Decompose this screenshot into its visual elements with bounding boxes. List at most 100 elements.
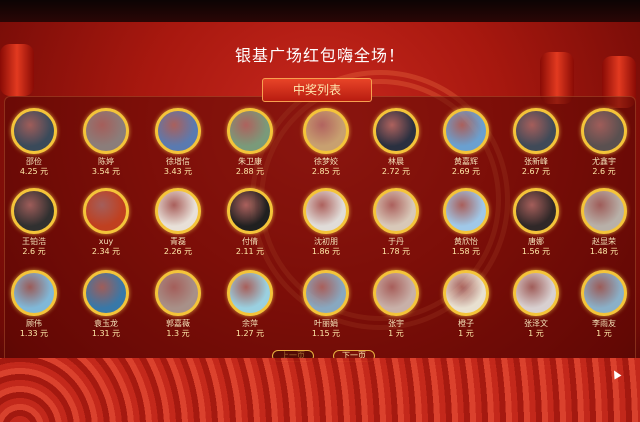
winner-amount: 2.85 元 bbox=[311, 167, 341, 176]
winner-amount: 2.26 元 bbox=[163, 247, 193, 256]
winner-card: 余萍 1.27 元 bbox=[220, 270, 280, 339]
winner-amount: 1.31 元 bbox=[91, 329, 121, 338]
winner-amount: 2.67 元 bbox=[521, 167, 551, 176]
winner-card: 张新峰 2.67 元 bbox=[506, 108, 566, 177]
decorative-wave-band bbox=[0, 358, 640, 422]
winner-name: 橙子 bbox=[458, 319, 474, 328]
winner-card: 张宇 1 元 bbox=[366, 270, 426, 339]
avatar bbox=[513, 108, 559, 154]
winner-card: 黄嘉辉 2.69 元 bbox=[436, 108, 496, 177]
winner-card: 沈初朋 1.86 元 bbox=[296, 188, 356, 257]
winner-name: 沈初朋 bbox=[314, 237, 338, 246]
avatar bbox=[303, 188, 349, 234]
winner-amount: 1.48 元 bbox=[589, 247, 619, 256]
winner-name: 邵俭 bbox=[26, 157, 42, 166]
avatar bbox=[155, 270, 201, 316]
lottery-screen: 银基广场红包嗨全场！ 中奖列表 邵俭 4.25 元陈婷 3.54 元徐增信 3.43 … bbox=[0, 0, 640, 422]
winner-card: 王铂浩 2.6 元 bbox=[4, 188, 64, 257]
winner-card: 尤鑫宇 2.6 元 bbox=[574, 108, 634, 177]
avatar bbox=[303, 108, 349, 154]
winner-card: 徐增信 3.43 元 bbox=[148, 108, 208, 177]
winner-name: 黄嘉辉 bbox=[454, 157, 478, 166]
winner-amount: 1.15 元 bbox=[311, 329, 341, 338]
winner-amount: 2.6 元 bbox=[22, 247, 46, 256]
avatar bbox=[443, 270, 489, 316]
winner-card: 于丹 1.78 元 bbox=[366, 188, 426, 257]
winner-amount: 1.58 元 bbox=[451, 247, 481, 256]
winner-amount: 2.69 元 bbox=[451, 167, 481, 176]
winner-card: 叶丽娟 1.15 元 bbox=[296, 270, 356, 339]
winner-card: 袁玉龙 1.31 元 bbox=[76, 270, 136, 339]
avatar bbox=[83, 188, 129, 234]
avatar bbox=[11, 270, 57, 316]
winner-card: 朱卫康 2.88 元 bbox=[220, 108, 280, 177]
winner-name: 于丹 bbox=[388, 237, 404, 246]
winner-card: 付倩 2.11 元 bbox=[220, 188, 280, 257]
winner-card: 青磊 2.26 元 bbox=[148, 188, 208, 257]
winner-amount: 2.11 元 bbox=[235, 247, 265, 256]
screen-bezel bbox=[0, 0, 640, 22]
winner-amount: 1.86 元 bbox=[311, 247, 341, 256]
avatar bbox=[227, 188, 273, 234]
winner-name: 张宇 bbox=[388, 319, 404, 328]
avatar bbox=[581, 188, 627, 234]
winner-name: 林晨 bbox=[388, 157, 404, 166]
winner-amount: 1 元 bbox=[458, 329, 474, 338]
page-title: 银基广场红包嗨全场！ bbox=[234, 46, 405, 65]
winner-card: 赵显荣 1.48 元 bbox=[574, 188, 634, 257]
winner-name: 朱卫康 bbox=[238, 157, 262, 166]
winner-name: 王铂浩 bbox=[22, 237, 46, 246]
avatar bbox=[443, 188, 489, 234]
avatar bbox=[11, 108, 57, 154]
winner-name: 付倩 bbox=[242, 237, 258, 246]
winner-amount: 1.27 元 bbox=[235, 329, 265, 338]
winner-amount: 1 元 bbox=[596, 329, 612, 338]
winner-name: 郭嘉薇 bbox=[166, 319, 190, 328]
winner-card: 唐娜 1.56 元 bbox=[506, 188, 566, 257]
avatar bbox=[83, 270, 129, 316]
winner-amount: 2.34 元 bbox=[91, 247, 121, 256]
avatar bbox=[513, 188, 559, 234]
avatar bbox=[155, 108, 201, 154]
winner-amount: 2.72 元 bbox=[381, 167, 411, 176]
winner-name: 张泽文 bbox=[524, 319, 548, 328]
winner-card: 黄欣怡 1.58 元 bbox=[436, 188, 496, 257]
winner-amount: 1 元 bbox=[388, 329, 404, 338]
winner-card: 郭嘉薇 1.3 元 bbox=[148, 270, 208, 339]
winner-amount: 2.88 元 bbox=[235, 167, 265, 176]
avatar bbox=[155, 188, 201, 234]
winner-amount: 1.78 元 bbox=[381, 247, 411, 256]
winner-card: 陈婷 3.54 元 bbox=[76, 108, 136, 177]
avatar bbox=[11, 188, 57, 234]
avatar bbox=[227, 108, 273, 154]
avatar bbox=[443, 108, 489, 154]
winner-name: 黄欣怡 bbox=[454, 237, 478, 246]
winner-card: 橙子 1 元 bbox=[436, 270, 496, 339]
winners-list-banner: 中奖列表 bbox=[262, 78, 372, 102]
avatar bbox=[581, 270, 627, 316]
avatar bbox=[83, 108, 129, 154]
winner-card: 邵俭 4.25 元 bbox=[4, 108, 64, 177]
winner-card: 李雨友 1 元 bbox=[574, 270, 634, 339]
avatar bbox=[373, 108, 419, 154]
winner-amount: 1.33 元 bbox=[19, 329, 49, 338]
winner-card: 顾伟 1.33 元 bbox=[4, 270, 64, 339]
avatar bbox=[373, 270, 419, 316]
winner-name: 徐梦姣 bbox=[314, 157, 338, 166]
winner-card: 林晨 2.72 元 bbox=[366, 108, 426, 177]
winner-name: 袁玉龙 bbox=[94, 319, 118, 328]
winner-name: 顾伟 bbox=[26, 319, 42, 328]
winner-amount: 3.54 元 bbox=[91, 167, 121, 176]
winner-amount: 1 元 bbox=[528, 329, 544, 338]
winner-amount: 1.56 元 bbox=[521, 247, 551, 256]
avatar bbox=[513, 270, 559, 316]
winner-name: 张新峰 bbox=[524, 157, 548, 166]
winner-amount: 2.6 元 bbox=[592, 167, 616, 176]
winner-card: xuy 2.34 元 bbox=[76, 188, 136, 257]
winner-name: 陈婷 bbox=[98, 157, 114, 166]
winner-name: xuy bbox=[98, 237, 114, 246]
winner-amount: 1.3 元 bbox=[166, 329, 190, 338]
winner-name: 尤鑫宇 bbox=[592, 157, 616, 166]
winner-amount: 3.43 元 bbox=[163, 167, 193, 176]
winner-name: 李雨友 bbox=[592, 319, 616, 328]
